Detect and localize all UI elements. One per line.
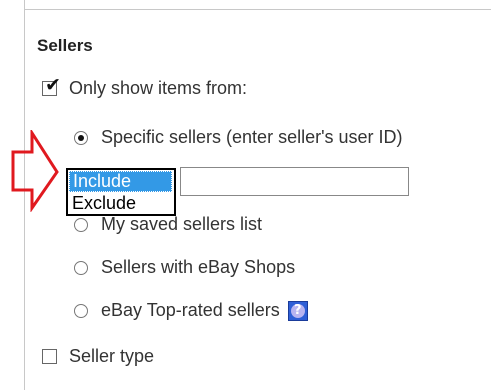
arrow-right-icon — [11, 130, 59, 212]
only-show-row[interactable]: ✔ Only show items from: — [42, 76, 248, 99]
seller-type-row[interactable]: Seller type — [42, 346, 154, 367]
red-arrow-annotation — [11, 130, 59, 212]
only-show-label: Only show items from: — [69, 78, 248, 98]
listbox-option-include[interactable]: Include — [69, 171, 172, 192]
option-saved-sellers[interactable]: My saved sellers list — [74, 214, 262, 235]
sellers-filter-panel: Sellers ✔ Only show items from: Specific… — [0, 0, 491, 390]
option-top-rated-sellers[interactable]: eBay Top-rated sellers ? — [74, 300, 308, 321]
listbox-option-exclude[interactable]: Exclude — [68, 192, 174, 214]
option-ebay-shops[interactable]: Sellers with eBay Shops — [74, 257, 295, 278]
ebay-shops-label: Sellers with eBay Shops — [101, 257, 296, 277]
specific-sellers-radio[interactable] — [74, 130, 88, 145]
section-divider — [24, 9, 491, 10]
help-icon[interactable]: ? — [287, 300, 308, 321]
question-mark-glyph: ? — [293, 302, 302, 318]
only-show-checkbox[interactable]: ✔ — [42, 76, 61, 96]
top-rated-radio[interactable] — [74, 303, 88, 318]
seller-type-label: Seller type — [69, 346, 155, 366]
section-heading: Sellers — [37, 36, 93, 55]
specific-sellers-label: Specific sellers (enter seller's user ID… — [101, 127, 403, 147]
top-rated-label: eBay Top-rated sellers — [101, 300, 280, 320]
ebay-shops-radio[interactable] — [74, 260, 88, 275]
saved-sellers-radio[interactable] — [74, 217, 88, 232]
option-specific-sellers[interactable]: Specific sellers (enter seller's user ID… — [74, 127, 403, 148]
seller-type-checkbox[interactable] — [42, 349, 57, 364]
include-exclude-listbox[interactable]: Include Exclude — [66, 168, 176, 216]
seller-id-input[interactable] — [180, 167, 409, 196]
checkmark-icon: ✔ — [45, 74, 61, 96]
saved-sellers-label: My saved sellers list — [101, 214, 263, 234]
